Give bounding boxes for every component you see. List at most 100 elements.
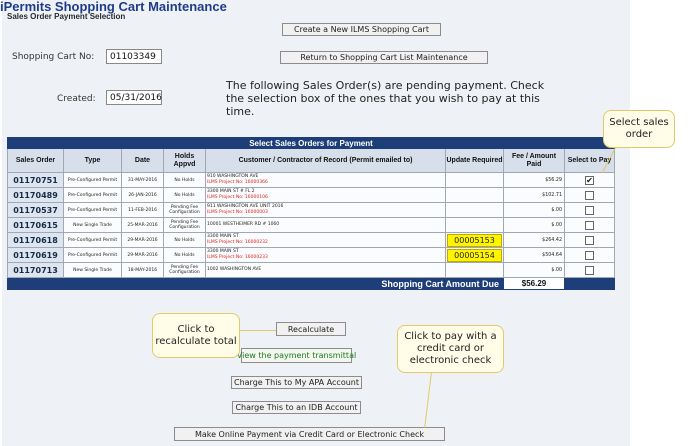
order-date: 29-MAR-2016 xyxy=(121,247,164,263)
fee-amount: $.00 xyxy=(503,217,565,233)
update-required-cell xyxy=(445,172,504,188)
order-date: 11-FEB-2016 xyxy=(121,202,164,218)
return-to-list-button[interactable]: Return to Shopping Cart List Maintenance xyxy=(280,51,488,64)
column-header-customer: Customer / Contractor of Record (Permit … xyxy=(205,148,446,173)
customer-cell: 10001 WESTHEIMER RD # 1060 xyxy=(205,217,446,233)
recalc-callout-leader xyxy=(240,330,276,331)
sales-order-number[interactable]: 01170537 xyxy=(7,202,64,218)
customer-cell: 3300 MAIN ST ILMS Project No: 16000233 xyxy=(205,247,446,263)
view-transmittal-button[interactable]: View the payment transmittal xyxy=(237,348,356,363)
table-row: 01170618 Pre-Configured Permit 29-MAR-2016… xyxy=(7,232,615,248)
created-label: Created: xyxy=(57,94,96,104)
recalculate-button[interactable]: Recalculate xyxy=(276,322,346,336)
fee-amount: $.00 xyxy=(503,262,565,278)
holds-status: No Holds xyxy=(163,247,206,263)
update-required-link[interactable]: 00005153 xyxy=(447,233,502,247)
order-type: Pre-Configured Permit xyxy=(63,202,122,218)
select-to-pay-checkbox[interactable] xyxy=(585,235,594,245)
table-row: 01170537 Pre-Configured Permit 11-FEB-2016… xyxy=(7,202,615,218)
update-required-cell xyxy=(445,187,504,203)
select-cell xyxy=(564,187,615,203)
order-type: New Single Trade xyxy=(63,262,122,278)
customer-cell: 3300 MAIN ST # FL 2 ILMS Project No: 1600… xyxy=(205,187,446,203)
instructions-text: The following Sales Order(s) are pending… xyxy=(226,79,545,118)
order-type: New Single Trade xyxy=(63,217,122,233)
update-required-cell: 00005154 xyxy=(445,247,504,263)
fee-amount: $56.29 xyxy=(503,172,565,188)
column-header-sales-order: Sales Order xyxy=(7,148,64,173)
customer-address: 1002 WASHINGTON AVE xyxy=(207,267,262,272)
cart-number-label: Shopping Cart No: xyxy=(12,52,95,62)
select-to-pay-checkbox[interactable] xyxy=(585,250,594,260)
page-subtitle: Sales Order Payment Selection xyxy=(7,12,126,21)
select-to-pay-checkbox[interactable] xyxy=(585,220,594,230)
created-date-field[interactable]: 05/31/2016 xyxy=(106,90,162,105)
charge-apa-button[interactable]: Charge This to My APA Account xyxy=(231,376,362,389)
customer-cell: 1002 WASHINGTON AVE xyxy=(205,262,446,278)
table-caption: Select Sales Orders for Payment xyxy=(7,137,615,149)
fee-amount: $102.71 xyxy=(503,187,565,203)
select-cell xyxy=(564,202,615,218)
holds-status: No Holds xyxy=(163,172,206,188)
recalculate-callout: Click to recalculate total xyxy=(152,313,240,358)
project-number: ILMS Project No: 16000233 xyxy=(207,255,268,260)
total-label: Shopping Cart Amount Due xyxy=(7,277,504,290)
charge-idb-button[interactable]: Charge This to an IDB Account xyxy=(232,401,361,414)
order-type: Pre-Configured Permit xyxy=(63,172,122,188)
sales-order-number[interactable]: 01170615 xyxy=(7,217,64,233)
customer-address: 10001 WESTHEIMER RD # 1060 xyxy=(207,222,280,227)
column-header-type: Type xyxy=(63,148,122,173)
cart-number-field[interactable]: 01103349 xyxy=(106,49,162,64)
holds-status: No Holds xyxy=(163,187,206,203)
sales-order-number[interactable]: 01170619 xyxy=(7,247,64,263)
pay-online-button[interactable]: Make Online Payment via Credit Card or E… xyxy=(174,427,445,441)
table-row: 01170619 Pre-Configured Permit 29-MAR-2016… xyxy=(7,247,615,263)
update-required-cell xyxy=(445,217,504,233)
project-number: ILMS Project No: 16000106 xyxy=(207,195,268,200)
order-type: Pre-Configured Permit xyxy=(63,232,122,248)
select-cell xyxy=(564,217,615,233)
table-row: 01170489 Pre-Configured Permit 26-JAN-2016… xyxy=(7,187,615,203)
total-spacer xyxy=(564,277,615,290)
update-required-link[interactable]: 00005154 xyxy=(447,248,502,262)
sales-orders-table: Select Sales Orders for Payment Sales Or… xyxy=(7,137,615,290)
sales-order-number[interactable]: 01170618 xyxy=(7,232,64,248)
select-cell xyxy=(564,232,615,248)
select-to-pay-checkbox[interactable] xyxy=(585,190,594,200)
select-to-pay-checkbox[interactable] xyxy=(585,265,594,275)
column-header-holds: Holds Appvd xyxy=(163,148,206,173)
update-required-cell: 00005153 xyxy=(445,232,504,248)
sales-order-number[interactable]: 01170751 xyxy=(7,172,64,188)
project-number: ILMS Project No: 16000003 xyxy=(207,210,268,215)
fee-amount: $.00 xyxy=(503,202,565,218)
pay-online-callout: Click to pay with a credit card or elect… xyxy=(397,325,504,373)
order-date: 18-MAY-2016 xyxy=(121,262,164,278)
sales-order-number[interactable]: 01170713 xyxy=(7,262,64,278)
holds-status: Pending Fee Configuration xyxy=(163,217,206,233)
table-row: 01170615 New Single Trade 25-MAR-2016 Pendi… xyxy=(7,217,615,233)
select-cell: ✔ xyxy=(564,172,615,188)
table-row: 01170751 Pre-Configured Permit 31-MAY-2016… xyxy=(7,172,615,188)
customer-cell: 910 WASHINGTON AVE ILMS Project No: 16000… xyxy=(205,172,446,188)
select-cell xyxy=(564,247,615,263)
order-type: Pre-Configured Permit xyxy=(63,187,122,203)
total-amount: $56.29 xyxy=(503,277,565,290)
column-header-fee: Fee / Amount Paid xyxy=(503,148,565,173)
fee-amount: $264.42 xyxy=(503,232,565,248)
customer-cell: 3300 MAIN ST ILMS Project No: 16000232 xyxy=(205,232,446,248)
holds-status: Pending Fee Configuration xyxy=(163,262,206,278)
project-number: ILMS Project No: 16000366 xyxy=(207,180,268,185)
customer-cell: 911 WASHINGTON AVE UNIT 2016 ILMS Project… xyxy=(205,202,446,218)
table-row: 01170713 New Single Trade 18-MAY-2016 Pendi… xyxy=(7,262,615,278)
select-sales-order-callout: Select sales order xyxy=(603,110,675,148)
select-to-pay-checkbox[interactable] xyxy=(585,205,594,215)
order-type: Pre-Configured Permit xyxy=(63,247,122,263)
update-required-cell xyxy=(445,262,504,278)
column-header-date: Date xyxy=(121,148,164,173)
select-to-pay-checkbox[interactable]: ✔ xyxy=(585,175,594,185)
sales-order-number[interactable]: 01170489 xyxy=(7,187,64,203)
order-date: 29-MAR-2016 xyxy=(121,232,164,248)
order-date: 26-JAN-2016 xyxy=(121,187,164,203)
create-cart-button[interactable]: Create a New ILMS Shopping Cart xyxy=(282,23,441,36)
holds-status: Pending Fee Configuration xyxy=(163,202,206,218)
